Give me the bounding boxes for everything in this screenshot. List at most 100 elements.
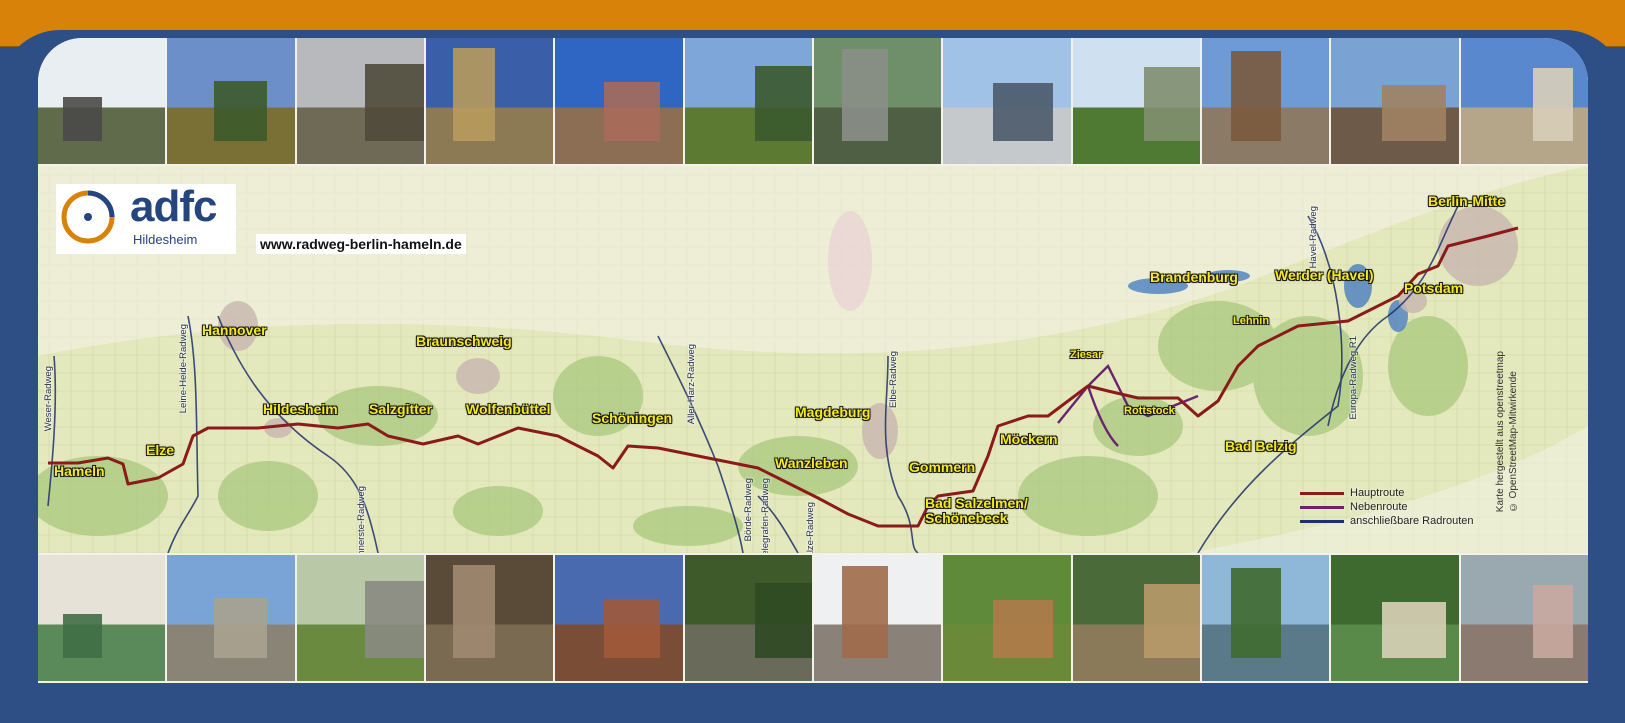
bottom-photo-2 [167, 555, 295, 681]
place-schoeningen: Schöningen [592, 410, 673, 426]
top-photo-10 [1201, 38, 1330, 164]
route-label-europa-r1: Europa-Radweg R1 [1348, 336, 1359, 420]
top-photo-subject-9 [1143, 67, 1200, 142]
route-label-elbe: Elbe-Radweg [888, 351, 899, 409]
bottom-photo-subject-8 [992, 600, 1053, 659]
place-wolfenbuettel: Wolfenbüttel [466, 401, 551, 417]
bottom-photo-10 [1201, 555, 1330, 681]
place-rottstock: Rottstock [1124, 405, 1175, 417]
route-label-havel: Havel-Radweg [1308, 206, 1319, 269]
top-photo-11 [1331, 38, 1459, 164]
route-label-aller-harz: Aller-Harz-Radweg [686, 344, 697, 425]
top-photo-12 [1460, 38, 1588, 164]
photo-strip-top [38, 38, 1588, 164]
legend-swatch [1300, 505, 1344, 509]
top-photo-subject-6 [754, 65, 812, 142]
bottom-photo-9 [1072, 555, 1200, 681]
top-photo-subject-4 [452, 48, 495, 142]
heath-area [828, 211, 872, 311]
bottom-photo-11 [1331, 555, 1459, 681]
photo-strip-bottom [38, 555, 1588, 681]
top-photo-2 [167, 38, 295, 164]
top-photo-subject-3 [365, 64, 424, 142]
bottom-photo-4 [425, 555, 554, 681]
place-potsdam: Potsdam [1404, 280, 1464, 296]
bottom-photo-subject-1 [63, 614, 102, 659]
top-photo-9 [1072, 38, 1200, 164]
legend-label: Hauptroute [1350, 487, 1405, 499]
poster-panel: adfc Hildesheim www.radweg-berlin-hameln… [38, 38, 1588, 683]
bottom-photo-subject-3 [365, 581, 424, 659]
place-gommern: Gommern [909, 459, 976, 475]
legend-label: anschließbare Radrouten [1350, 515, 1474, 527]
top-photo-3 [296, 38, 424, 164]
route-label-saelze: Sälze-Radweg [805, 502, 816, 553]
map-legend: Hauptroute Nebenroute anschließbare Radrou… [1300, 486, 1500, 528]
route-label-innerste: Innerste-Radweg [356, 486, 367, 553]
top-photo-1 [38, 38, 166, 164]
bottom-photo-5 [555, 555, 683, 681]
place-lehnin: Lehnin [1233, 315, 1270, 327]
legend-item-1: Hauptroute [1300, 486, 1500, 500]
bottom-photo-subject-5 [603, 599, 660, 659]
place-hannover: Hannover [202, 322, 267, 338]
adfc-logo: adfc Hildesheim [56, 182, 236, 254]
bottom-photo-subject-10 [1231, 567, 1281, 659]
bottom-photo-7 [813, 555, 942, 681]
top-photo-subject-1 [63, 97, 102, 142]
place-moeckern: Möckern [1000, 431, 1058, 447]
bottom-photo-subject-4 [452, 565, 495, 659]
bottom-photo-subject-9 [1143, 584, 1200, 659]
top-photo-8 [943, 38, 1071, 164]
bottom-photo-subject-2 [214, 597, 267, 659]
top-photo-subject-8 [992, 83, 1053, 142]
bottom-photo-subject-12 [1533, 585, 1573, 659]
place-salzgitter: Salzgitter [369, 401, 433, 417]
top-photo-7 [813, 38, 942, 164]
logo-ring-icon [61, 190, 115, 244]
place-hameln: Hameln [54, 463, 105, 479]
place-wanzleben: Wanzleben [775, 455, 848, 471]
bottom-photo-6 [684, 555, 812, 681]
place-magdeburg: Magdeburg [795, 404, 871, 420]
bottom-photo-12 [1460, 555, 1588, 681]
bottom-photo-1 [38, 555, 166, 681]
route-map[interactable]: adfc Hildesheim www.radweg-berlin-hameln… [38, 166, 1588, 553]
bottom-photo-subject-11 [1382, 601, 1446, 659]
place-ziesar: Ziesar [1070, 349, 1103, 361]
route-label-telegrafen: Telegrafen-Radweg [760, 478, 771, 553]
place-berlin-mitte: Berlin-Mitte [1428, 193, 1505, 209]
bottom-photo-subject-7 [841, 566, 888, 659]
place-hildesheim: Hildesheim [263, 401, 338, 417]
top-photo-subject-11 [1382, 84, 1446, 142]
poster-frame: adfc Hildesheim www.radweg-berlin-hameln… [0, 0, 1625, 723]
website-url[interactable]: www.radweg-berlin-hameln.de [256, 234, 466, 254]
top-photo-4 [425, 38, 554, 164]
place-bad-salzelmen: Bad Salzelmen/ Schönebeck [925, 495, 1028, 526]
map-credit: Karte hergestellt aus openstreetmap © Op… [1495, 351, 1519, 513]
logo-subtitle: Hildesheim [133, 232, 198, 247]
legend-item-3: anschließbare Radrouten [1300, 514, 1500, 528]
top-photo-subject-2 [214, 80, 267, 142]
bottom-photo-subject-6 [754, 582, 812, 659]
logo-wordmark: adfc [130, 182, 217, 231]
top-photo-5 [555, 38, 683, 164]
route-label-leine-heide: Leine-Heide-Radweg [178, 324, 189, 414]
place-werder: Werder (Havel) [1275, 267, 1374, 283]
legend-label: Nebenroute [1350, 501, 1408, 513]
bottom-photo-8 [943, 555, 1071, 681]
place-braunschweig: Braunschweig [416, 333, 512, 349]
bottom-photo-3 [296, 555, 424, 681]
top-photo-subject-7 [841, 49, 888, 142]
legend-swatch [1300, 491, 1344, 495]
place-brandenburg: Brandenburg [1150, 269, 1238, 285]
top-photo-6 [684, 38, 812, 164]
top-photo-subject-12 [1533, 68, 1573, 142]
route-label-weser: Weser-Radweg [43, 366, 54, 432]
top-photo-subject-5 [603, 82, 660, 142]
legend-item-2: Nebenroute [1300, 500, 1500, 514]
legend-swatch [1300, 519, 1344, 523]
place-elze: Elze [146, 442, 175, 458]
place-bad-belzig: Bad Belzig [1225, 438, 1297, 454]
route-label-boerde: Börde-Radweg [743, 478, 754, 542]
